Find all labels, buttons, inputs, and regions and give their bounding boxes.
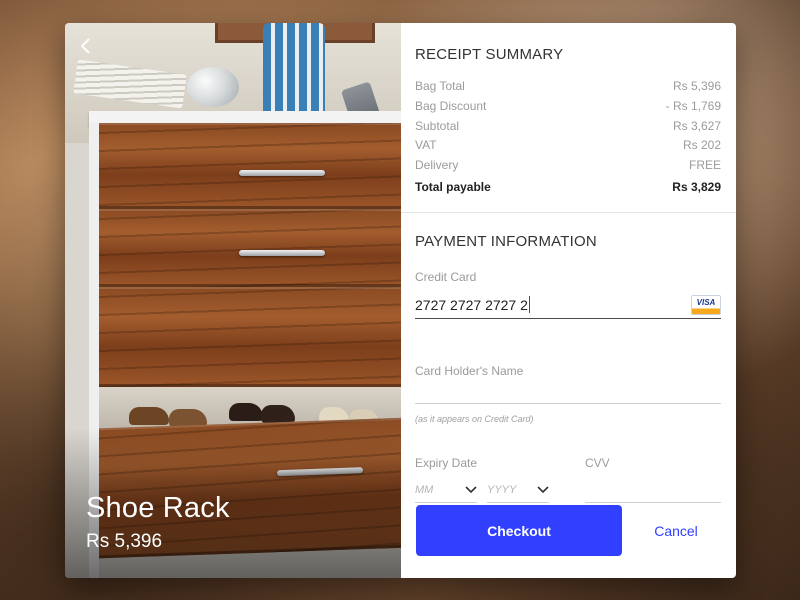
- credit-card-input[interactable]: 2727 2727 2727 2: [415, 297, 528, 313]
- cvv-input[interactable]: [585, 478, 721, 502]
- chevron-down-icon: [537, 486, 549, 494]
- chevron-left-icon[interactable]: [79, 37, 97, 55]
- product-image: Shoe Rack Rs 5,396: [65, 23, 401, 578]
- chevron-down-icon: [465, 486, 477, 494]
- receipt-rows: Bag Total Rs 5,396 Bag Discount - Rs 1,7…: [415, 77, 721, 198]
- cancel-button[interactable]: Cancel: [641, 505, 711, 556]
- receipt-title: RECEIPT SUMMARY: [415, 46, 564, 63]
- row-value: Rs 202: [682, 138, 721, 153]
- receipt-row-subtotal: Subtotal Rs 3,627: [415, 117, 721, 137]
- total-label: Total payable: [415, 179, 491, 194]
- drawer-top: [99, 123, 401, 209]
- payment-title: PAYMENT INFORMATION: [415, 233, 597, 250]
- row-label: Subtotal: [415, 118, 460, 133]
- row-value: - Rs 1,769: [665, 98, 721, 113]
- payment-information: PAYMENT INFORMATION Credit Card 2727 272…: [415, 233, 721, 503]
- row-label: Bag Total: [415, 79, 465, 93]
- shoe: [129, 407, 169, 425]
- card-holder-hint: (as it appears on Credit Card): [415, 414, 534, 424]
- receipt-summary: RECEIPT SUMMARY Bag Total Rs 5,396 Bag D…: [415, 46, 721, 198]
- credit-card-field: 2727 2727 2727 2 VISA: [415, 291, 721, 319]
- row-label: Delivery: [415, 158, 459, 173]
- cvv-label: CVV: [585, 456, 610, 470]
- glass-globe-decor: [187, 67, 239, 107]
- card-holder-field: [415, 378, 721, 404]
- row-label: VAT: [415, 138, 437, 153]
- year-placeholder: YYYY: [487, 484, 517, 496]
- card-holder-input[interactable]: [415, 378, 721, 403]
- row-value: Rs 5,396: [672, 79, 721, 93]
- credit-card-label: Credit Card: [415, 270, 477, 284]
- drawer-middle: [99, 209, 401, 287]
- receipt-row-bag-discount: Bag Discount - Rs 1,769: [415, 97, 721, 117]
- total-value: Rs 3,829: [672, 179, 721, 194]
- shoe: [261, 405, 295, 423]
- drawer-lower: [99, 287, 401, 387]
- expiry-month-select[interactable]: MM: [415, 478, 477, 503]
- checkout-button[interactable]: Checkout: [416, 505, 622, 556]
- receipt-row-delivery: Delivery FREE: [415, 156, 721, 176]
- visa-card-icon: VISA: [691, 294, 721, 315]
- receipt-row-vat: VAT Rs 202: [415, 136, 721, 156]
- row-label: Bag Discount: [415, 98, 487, 113]
- cvv-field: [585, 478, 721, 503]
- drawer-handle: [239, 250, 325, 256]
- text-caret: [528, 296, 530, 313]
- receipt-row-bag-total: Bag Total Rs 5,396: [415, 77, 721, 97]
- product-title: Shoe Rack: [86, 492, 230, 524]
- receipt-row-total: Total payable Rs 3,829: [415, 178, 721, 198]
- row-value: FREE: [688, 158, 721, 173]
- product-price: Rs 5,396: [86, 531, 163, 552]
- checkout-modal: Shoe Rack Rs 5,396 RECEIPT SUMMARY Bag T…: [65, 23, 736, 578]
- card-brand: VISA: [696, 297, 716, 307]
- section-divider: [401, 212, 736, 213]
- row-value: Rs 3,627: [672, 118, 721, 133]
- expiry-year-select[interactable]: YYYY: [487, 478, 549, 503]
- card-holder-label: Card Holder's Name: [415, 364, 524, 378]
- month-placeholder: MM: [415, 484, 434, 496]
- drawer-handle: [239, 170, 325, 176]
- expiry-date-label: Expiry Date: [415, 456, 478, 470]
- vase-decor: [263, 23, 325, 125]
- shoe: [229, 403, 263, 421]
- checkout-panel: RECEIPT SUMMARY Bag Total Rs 5,396 Bag D…: [401, 23, 736, 578]
